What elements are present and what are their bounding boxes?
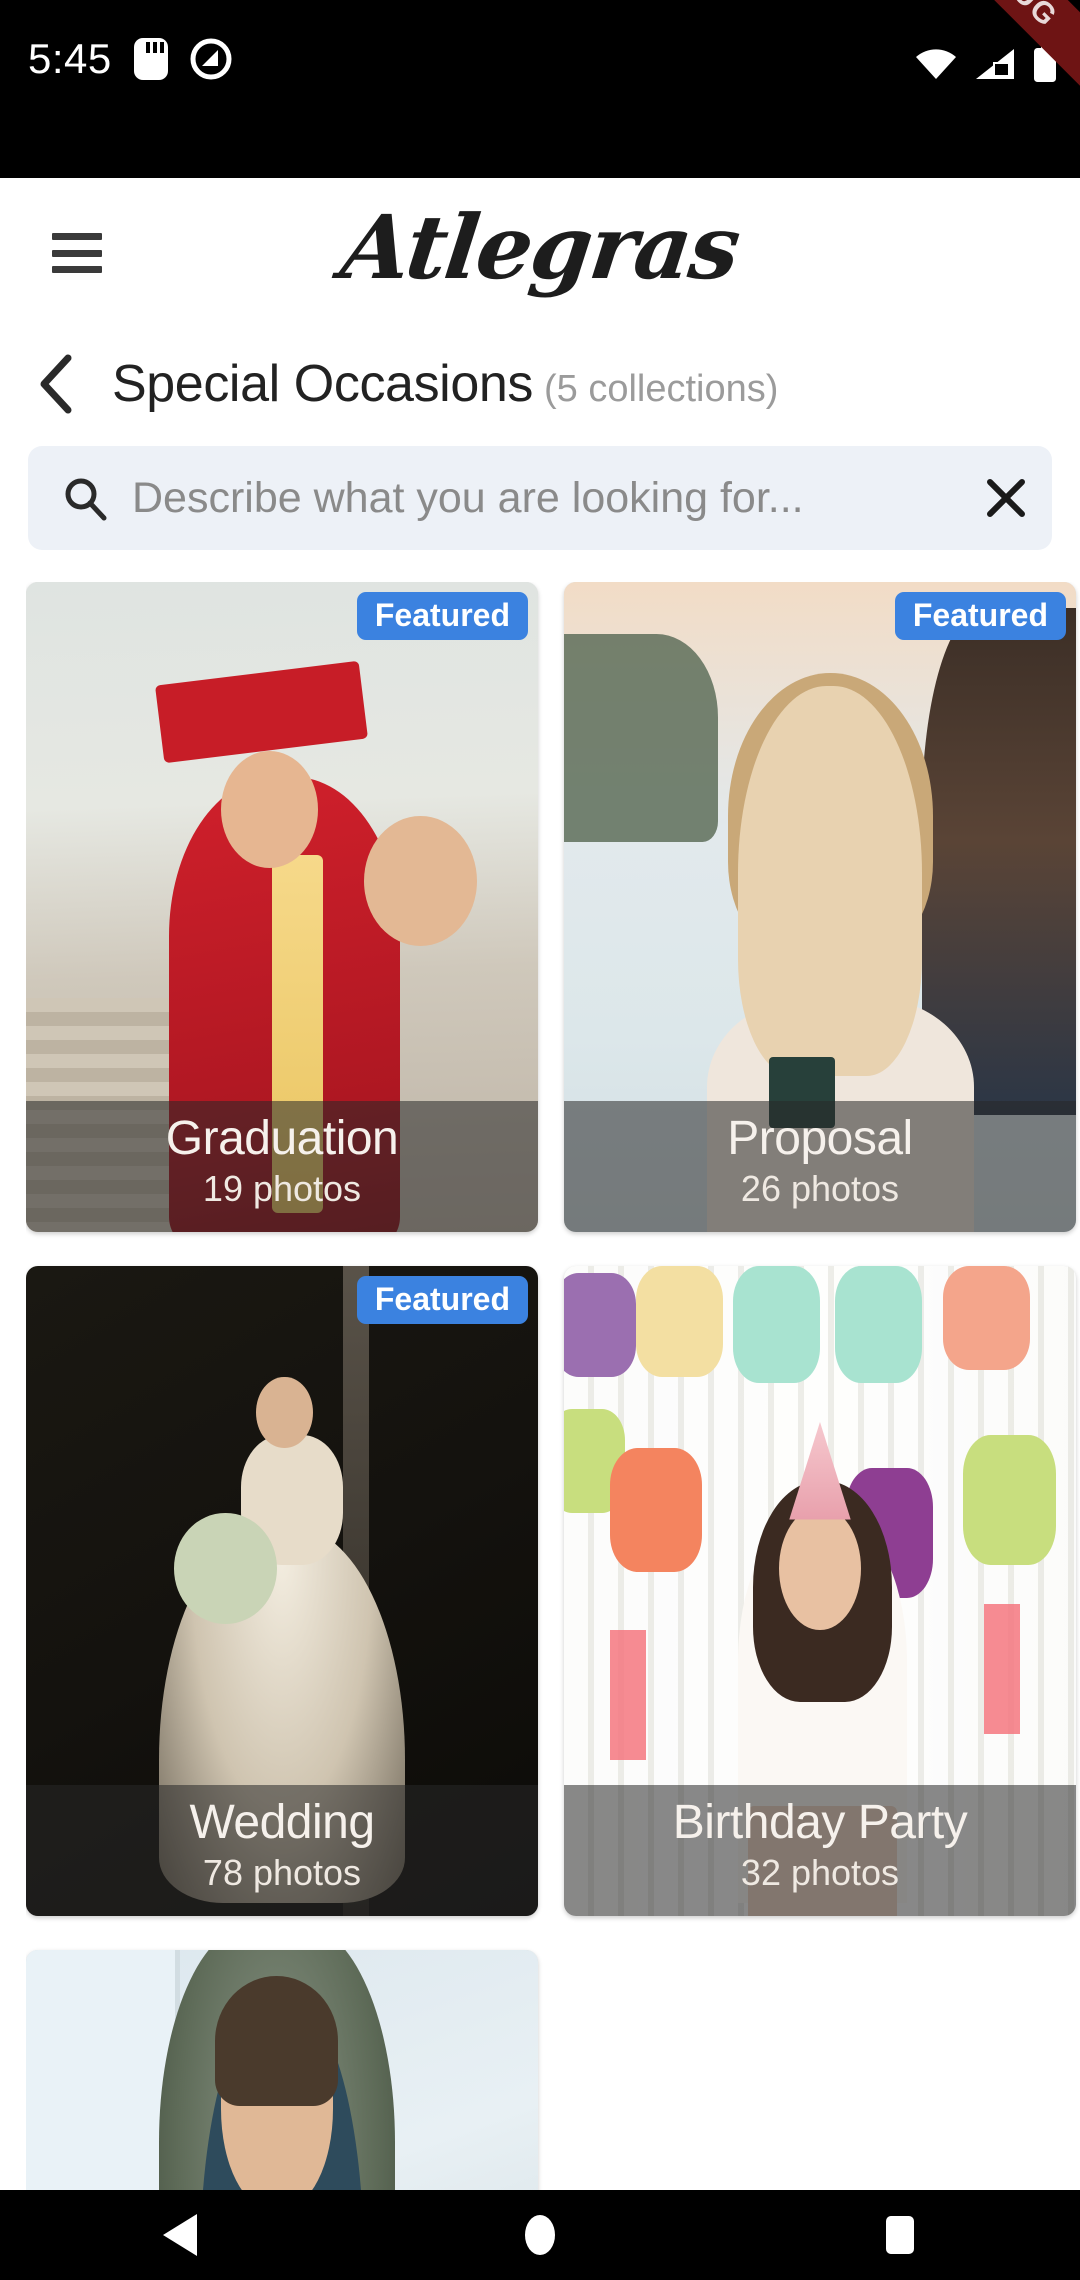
title-text: Special Occasions (5 collections) [112, 354, 778, 414]
search-clear-button[interactable] [960, 446, 1052, 550]
brand-logo: Atlegras [335, 195, 745, 299]
nav-recents-button[interactable] [830, 2190, 970, 2280]
collection-photo-count: 32 photos [740, 1851, 900, 1893]
recents-square-icon [886, 2216, 914, 2254]
collection-photo-count: 78 photos [202, 1851, 362, 1893]
search-icon [65, 478, 107, 521]
page-header: Special Occasions (5 collections) [0, 330, 1080, 438]
clock: 5:45 [28, 35, 112, 82]
status-bar-right [914, 44, 1058, 84]
collections-grid: Featured Graduation 19 photos Featured P… [26, 582, 1080, 2192]
collection-caption: Graduation 19 photos [26, 1100, 538, 1232]
chevron-left-icon [40, 354, 72, 414]
back-button[interactable] [0, 330, 112, 438]
app-bar: Atlegras [0, 178, 1080, 326]
page-title: Special Occasions [112, 355, 533, 413]
collection-title: Graduation [165, 1111, 399, 1165]
status-bar-left: 5:45 [28, 38, 232, 80]
app-screen: 5:45 Atlegras Special Occasions (5 colle… [0, 0, 1080, 2280]
collection-title: Wedding [189, 1795, 375, 1849]
search-bar[interactable] [28, 446, 1052, 550]
close-icon [987, 479, 1025, 517]
collection-card[interactable]: Birthday Party 32 photos [564, 1266, 1076, 1916]
featured-badge: Featured [894, 592, 1066, 640]
collection-card[interactable]: Featured Graduation 19 photos [26, 582, 538, 1232]
collection-card[interactable]: Featured Wedding 78 photos [26, 1266, 538, 1916]
wifi-icon [916, 49, 956, 79]
home-circle-icon [525, 2215, 555, 2255]
do-not-disturb-icon [190, 38, 232, 80]
collection-count: (5 collections) [543, 368, 779, 410]
collection-caption: Wedding 78 photos [26, 1784, 538, 1916]
android-nav-bar [0, 2190, 1080, 2280]
collection-card[interactable]: Featured Proposal 26 photos [564, 582, 1076, 1232]
signal-icon [976, 49, 1014, 79]
nav-back-button[interactable] [110, 2190, 250, 2280]
battery-icon [1034, 44, 1056, 82]
back-triangle-icon [163, 2214, 197, 2256]
featured-badge: Featured [356, 592, 528, 640]
collection-thumbnail [26, 1950, 538, 2192]
status-bar: 5:45 [0, 0, 1080, 178]
collection-card[interactable] [26, 1950, 538, 2192]
collection-title: Proposal [727, 1111, 913, 1165]
search-input[interactable] [132, 473, 960, 523]
nav-home-button[interactable] [470, 2190, 610, 2280]
collection-caption: Birthday Party 32 photos [564, 1784, 1076, 1916]
collection-photo-count: 19 photos [202, 1167, 362, 1209]
sd-card-icon [133, 38, 168, 80]
debug-banner-label: DEBUG [956, 0, 1064, 35]
collection-title: Birthday Party [672, 1795, 968, 1849]
collection-photo-count: 26 photos [740, 1167, 900, 1209]
collection-caption: Proposal 26 photos [564, 1100, 1076, 1232]
featured-badge: Featured [356, 1276, 528, 1324]
